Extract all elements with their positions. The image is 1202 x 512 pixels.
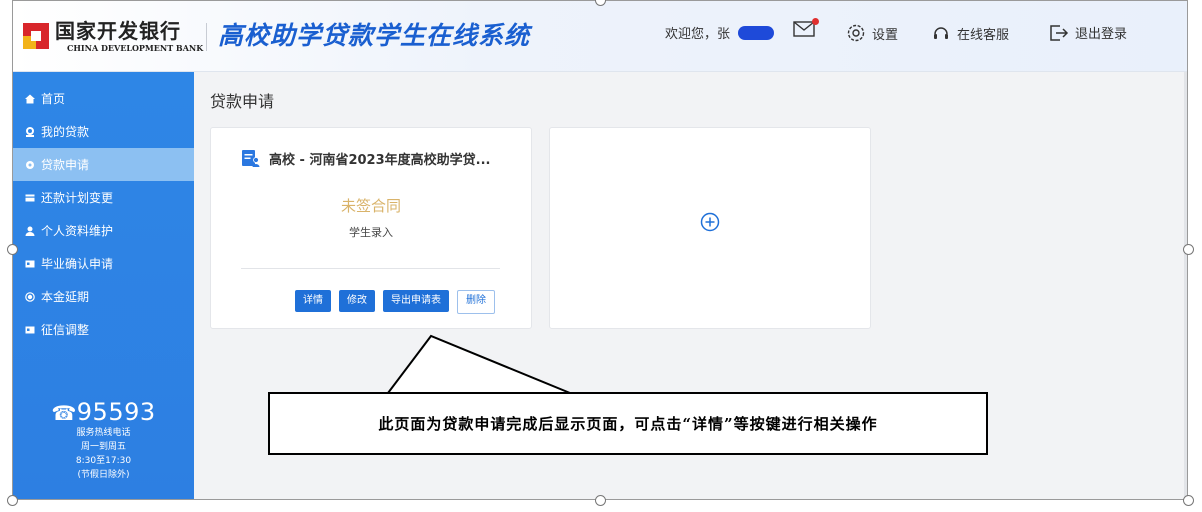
annotation-callout: 此页面为贷款申请完成后显示页面，可点击“详情”等按键进行相关操作	[268, 392, 988, 455]
annotation-text: 此页面为贷款申请完成后显示页面，可点击“详情”等按键进行相关操作	[378, 415, 878, 433]
resize-handle[interactable]	[1183, 495, 1194, 506]
resize-handle[interactable]	[595, 495, 606, 506]
resize-handle[interactable]	[7, 495, 18, 506]
resize-handle[interactable]	[7, 244, 18, 255]
resize-handle[interactable]	[1183, 244, 1194, 255]
